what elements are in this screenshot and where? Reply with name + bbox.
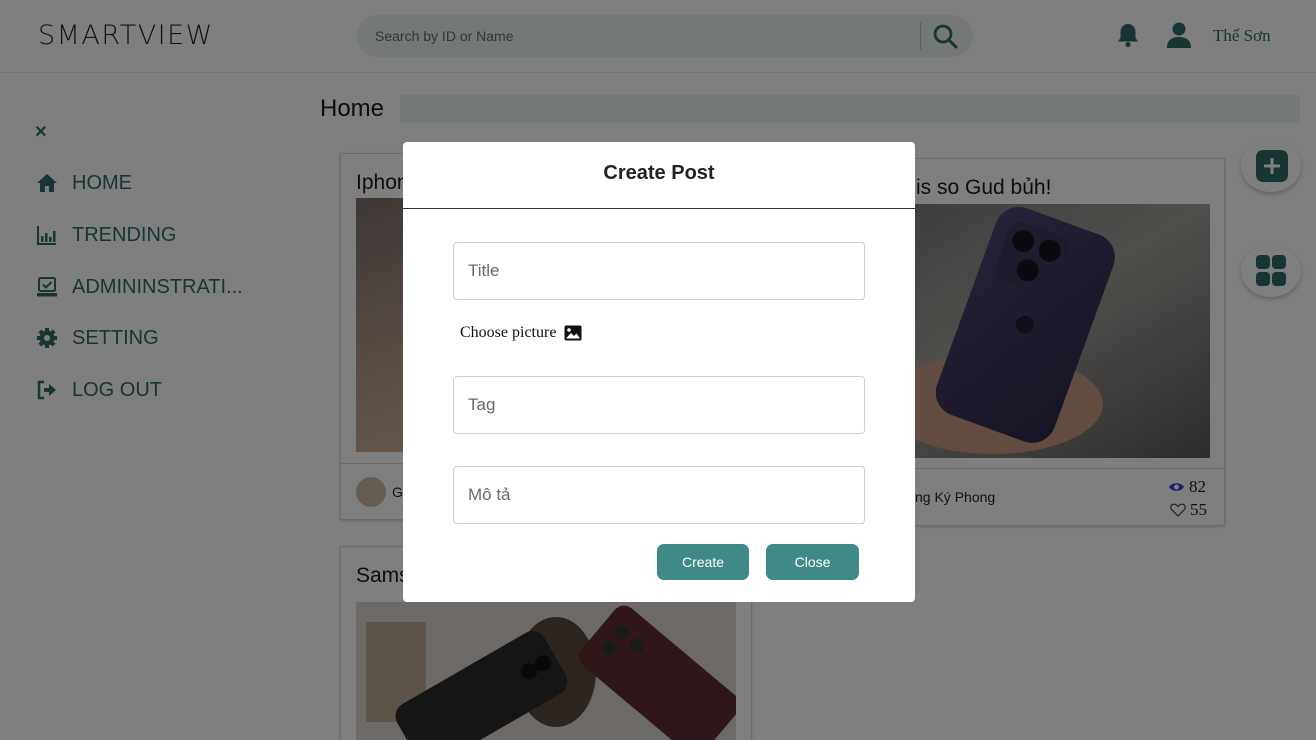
tag-input[interactable] (454, 377, 864, 433)
image-icon (564, 325, 582, 341)
dialog-title: Create Post (603, 162, 715, 184)
title-input[interactable] (454, 243, 864, 299)
create-post-dialog: Create Post Choose picture Create Close (403, 142, 915, 602)
choose-picture-button[interactable]: Choose picture (460, 324, 582, 342)
choose-picture-label: Choose picture (460, 324, 557, 341)
description-field[interactable] (453, 466, 865, 524)
close-button[interactable]: Close (766, 544, 859, 580)
tag-field[interactable] (453, 376, 865, 434)
create-button[interactable]: Create (657, 544, 749, 580)
dialog-header: Create Post (403, 142, 915, 209)
description-input[interactable] (454, 467, 864, 523)
title-field[interactable] (453, 242, 865, 300)
